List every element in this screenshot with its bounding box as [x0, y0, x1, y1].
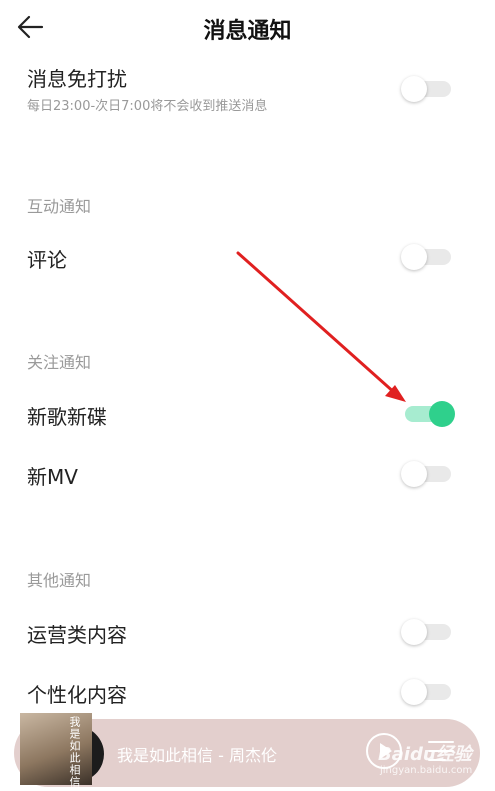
baidu-watermark: Baidu经验	[378, 744, 472, 765]
dnd-label: 消息免打扰	[27, 67, 127, 91]
personalized-content-label: 个性化内容	[27, 683, 127, 707]
dnd-toggle[interactable]	[401, 76, 453, 102]
toggle-knob	[429, 401, 455, 427]
dnd-subtitle: 每日23:00-次日7:00将不会收到推送消息	[27, 99, 268, 114]
operation-content-toggle[interactable]	[401, 619, 453, 645]
page-title: 消息通知	[203, 19, 292, 44]
toggle-knob	[401, 679, 427, 705]
new-mv-label: 新MV	[27, 465, 78, 489]
baidu-watermark-url: jingyan.baidu.com	[380, 765, 473, 776]
operation-content-label: 运营类内容	[27, 623, 127, 647]
toggle-knob	[401, 76, 427, 102]
personalized-content-toggle[interactable]	[401, 679, 453, 705]
comment-toggle[interactable]	[401, 244, 453, 270]
toggle-knob	[401, 461, 427, 487]
comment-label: 评论	[27, 248, 67, 272]
section-title-other: 其他通知	[27, 571, 92, 590]
now-playing-title[interactable]: 我是如此相信 - 周杰伦	[117, 742, 277, 766]
section-title-follow: 关注通知	[27, 353, 92, 372]
album-art-text: 我是如此相信	[68, 716, 81, 788]
new-songs-toggle[interactable]	[401, 401, 455, 427]
new-songs-label: 新歌新碟	[27, 405, 107, 429]
annotation-arrow-icon	[236, 251, 406, 402]
toggle-knob	[401, 244, 427, 270]
new-mv-toggle[interactable]	[401, 461, 453, 487]
header: 消息通知	[0, 0, 495, 56]
section-title-interaction: 互动通知	[27, 197, 92, 216]
toggle-knob	[401, 619, 427, 645]
